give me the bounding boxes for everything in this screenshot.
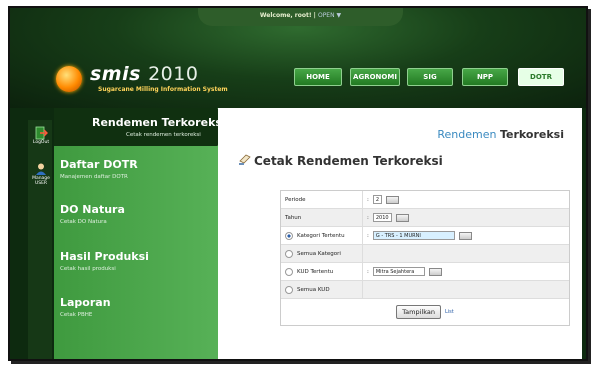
periode-dropdown-button[interactable] (386, 195, 400, 204)
form-row-kategori: Kategori Tertentu : G - TRS - 1 MURNI (281, 227, 569, 245)
colon: : (367, 268, 369, 275)
open-menu[interactable]: OPEN ▼ (318, 12, 341, 19)
kud-lookup-button[interactable] (428, 267, 442, 276)
sidebar-item-do-natura[interactable]: DO Natura Cetak DO Natura (54, 193, 218, 233)
tahun-dropdown-button[interactable] (395, 213, 409, 222)
report-form: Periode : 2 Tahun : 2010 Kategori Terten… (280, 190, 570, 326)
semua-kud-radio[interactable] (285, 285, 293, 294)
welcome-text: Welcome, root! | (259, 12, 316, 19)
tampilkan-button[interactable]: Tampilkan (396, 305, 441, 319)
tahun-select[interactable]: 2010 (372, 213, 392, 222)
tahun-label: Tahun (285, 214, 302, 221)
colon: : (367, 232, 369, 239)
colon: : (367, 196, 369, 203)
kud-tertentu-radio[interactable] (285, 267, 293, 276)
manage-user-button[interactable]: Manage USER (30, 162, 52, 186)
semua-kategori-radio[interactable] (285, 249, 293, 258)
nav-npp[interactable]: NPP (462, 68, 508, 86)
smis-logo-icon (56, 66, 82, 92)
logout-icon (35, 126, 48, 140)
sidebar-item-title: Hasil Produksi (60, 250, 149, 263)
user-icon (36, 163, 46, 175)
form-row-semua-kategori: Semua Kategori (281, 245, 569, 263)
sidebar-item-sub: Manajemen daftar DOTR (60, 174, 128, 180)
app-window: Welcome, root! | OPEN ▼ smis 2010 Sugarc… (8, 6, 588, 361)
kategori-tertentu-label: Kategori Tertentu (297, 232, 345, 239)
kud-tertentu-label: KUD Tertentu (297, 268, 334, 275)
kud-input[interactable]: Mitra Sejahtera (372, 267, 425, 276)
print-icon (239, 154, 251, 165)
sidebar-item-laporan[interactable]: Laporan Cetak PBHE (54, 286, 218, 326)
kategori-lookup-button[interactable] (458, 231, 472, 240)
sidebar-item-hasil-produksi[interactable]: Hasil Produksi Cetak hasil produksi (54, 240, 218, 280)
periode-label: Periode (285, 196, 306, 203)
sidebar-item-title: DO Natura (60, 203, 125, 216)
breadcrumb-part-a: Rendemen (437, 128, 500, 141)
semua-kategori-label: Semua Kategori (297, 250, 341, 257)
nav-agronomi[interactable]: AGRONOMI (350, 68, 400, 86)
nav-sig[interactable]: SIG (407, 68, 453, 86)
sidebar-item-sub: Cetak PBHE (60, 312, 93, 318)
sidebar-item-title: Daftar DOTR (60, 158, 138, 171)
sidebar-item-title: Laporan (60, 296, 111, 309)
form-row-periode: Periode : 2 (281, 191, 569, 209)
sidebar-item-daftar-dotr[interactable]: Daftar DOTR Manajemen daftar DOTR (54, 148, 218, 188)
sidebar-item-sub: Cetak DO Natura (60, 219, 107, 225)
logo-subtitle: Sugarcane Milling Information System (98, 86, 228, 93)
nav-dotr[interactable]: DOTR (518, 68, 564, 86)
sidebar-item-title: Rendemen Terkoreksi (92, 116, 226, 129)
list-link[interactable]: List (445, 309, 454, 315)
sidebar-item-rendemen-terkoreksi[interactable]: Rendemen Terkoreksi Cetak rendemen terko… (54, 108, 226, 146)
sidebar-item-sub: Cetak rendemen terkoreksi (126, 132, 201, 138)
logo-name: smis 2010 (90, 63, 198, 85)
sidebar-item-sub: Cetak hasil produksi (60, 266, 116, 272)
submit-row: Tampilkan List (281, 299, 569, 325)
colon: : (367, 214, 369, 221)
logo-year: 2010 (148, 63, 199, 85)
form-row-kud: KUD Tertentu : Mitra Sejahtera (281, 263, 569, 281)
logo-text: smis (90, 63, 141, 85)
kategori-input[interactable]: G - TRS - 1 MURNI (372, 231, 455, 240)
manage-label-2: USER (34, 181, 48, 186)
nav-home[interactable]: HOME (294, 68, 342, 86)
breadcrumb-part-b: Terkoreksi (499, 128, 564, 141)
form-row-tahun: Tahun : 2010 (281, 209, 569, 227)
periode-select[interactable]: 2 (372, 195, 383, 204)
page-title: Cetak Rendemen Terkoreksi (254, 154, 443, 168)
left-toolbar: LogOut Manage USER (28, 120, 52, 359)
logout-button[interactable]: LogOut (30, 126, 52, 145)
main-content: Rendemen Terkoreksi Cetak Rendemen Terko… (218, 108, 582, 359)
semua-kud-label: Semua KUD (297, 286, 330, 293)
welcome-bar: Welcome, root! | OPEN ▼ (198, 8, 403, 26)
logout-label: LogOut (32, 140, 50, 145)
kategori-tertentu-radio[interactable] (285, 231, 293, 240)
form-row-semua-kud: Semua KUD (281, 281, 569, 299)
breadcrumb: Rendemen Terkoreksi (437, 128, 564, 141)
